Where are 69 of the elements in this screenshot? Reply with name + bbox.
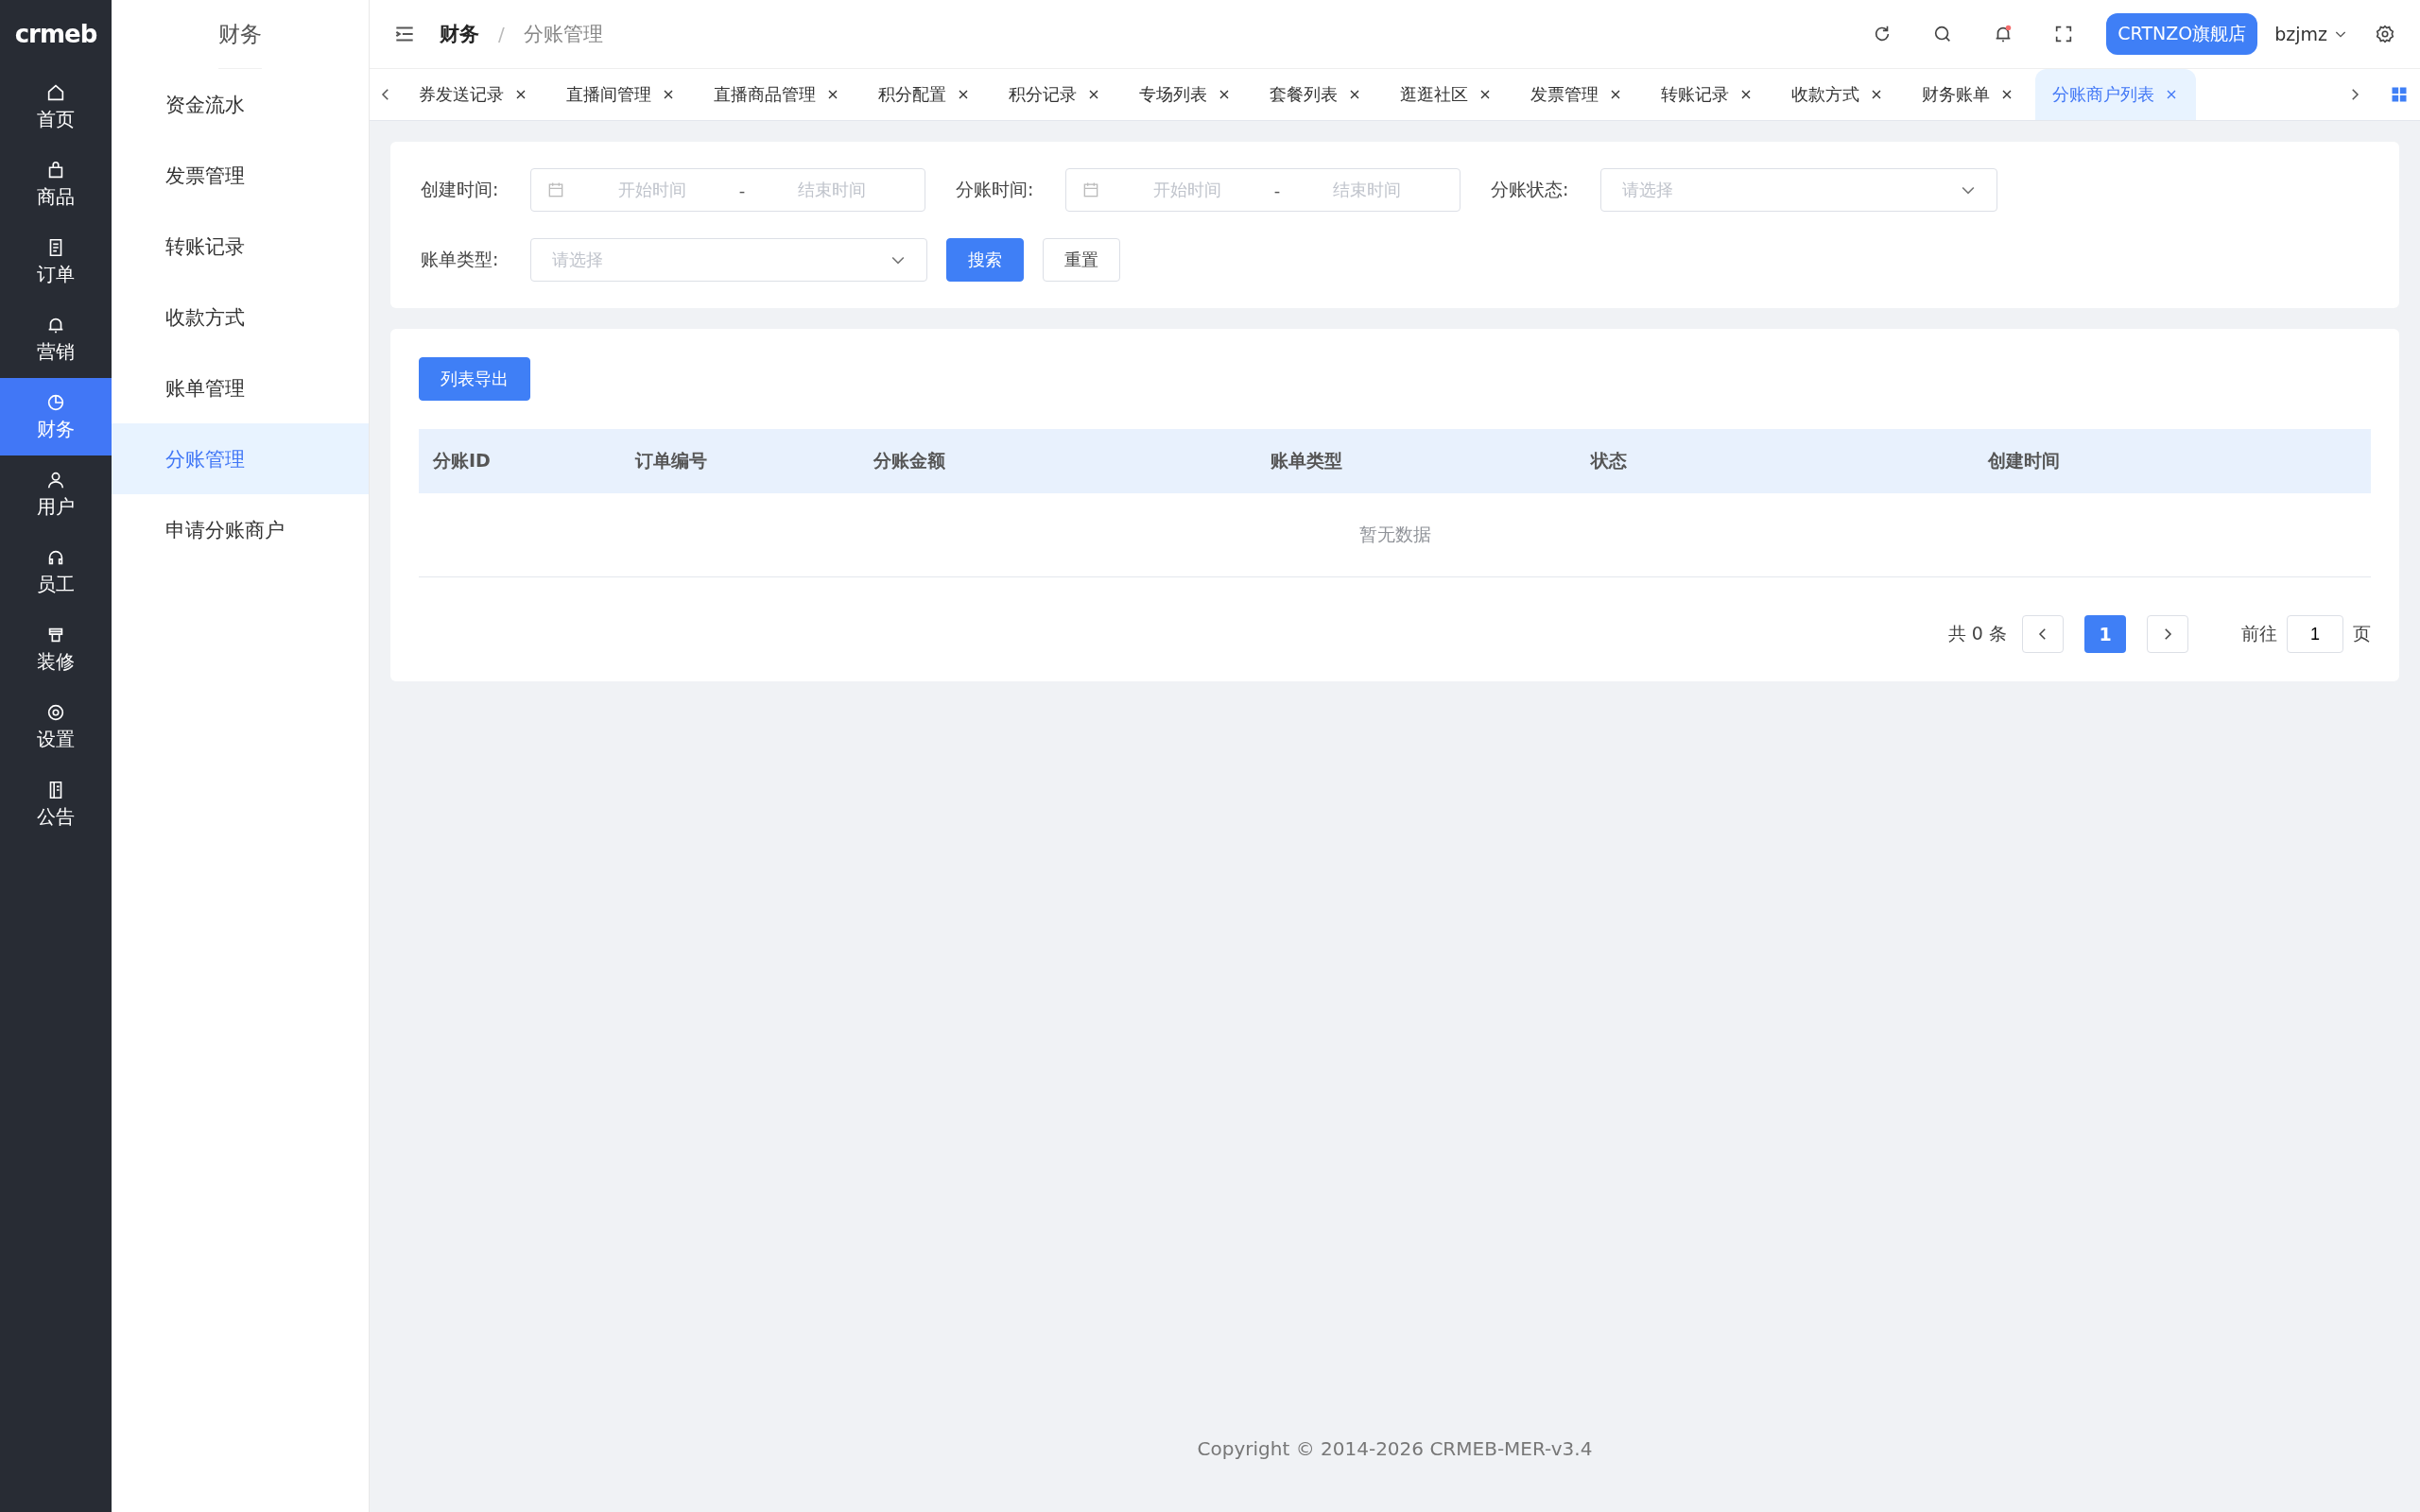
- user-menu[interactable]: bzjmz: [2274, 24, 2327, 44]
- nav-item[interactable]: 商品: [0, 146, 112, 223]
- empty-text: 暂无数据: [1358, 523, 1431, 546]
- column-header: 账单类型: [1270, 450, 1343, 471]
- nav-item[interactable]: 财务: [0, 378, 112, 455]
- column-header: 分账金额: [873, 450, 945, 471]
- nav-item[interactable]: 公告: [0, 765, 112, 843]
- tab[interactable]: 直播间管理: [549, 69, 693, 120]
- calendar-icon: [546, 180, 565, 199]
- submenu-title: 财务: [218, 0, 262, 69]
- calendar-icon: [1081, 180, 1100, 199]
- nav-item[interactable]: 设置: [0, 688, 112, 765]
- start-date-placeholder: 开始时间: [616, 179, 687, 201]
- nav-item[interactable]: 员工: [0, 533, 112, 610]
- tab[interactable]: 财务账单: [1905, 69, 2031, 120]
- column-header: 分账ID: [433, 450, 491, 471]
- end-date-placeholder: 结束时间: [1332, 179, 1403, 201]
- column-header: 订单编号: [634, 450, 707, 471]
- filter-label: 账单类型:: [421, 248, 500, 271]
- copyright-text: Copyright © 2014-2026 CRMEB-MER-v3.4: [1197, 1437, 1593, 1460]
- submenu-item[interactable]: 转账记录: [112, 211, 369, 282]
- search-button[interactable]: 搜索: [946, 238, 1024, 282]
- nav-item[interactable]: 营销: [0, 301, 112, 378]
- settings-icon[interactable]: [2375, 24, 2395, 44]
- date-range-field[interactable]: 开始时间 - 结束时间: [1065, 168, 1461, 212]
- page-button[interactable]: 1: [2084, 615, 2126, 653]
- tab[interactable]: 券发送记录: [402, 69, 545, 120]
- column-header: 创建时间: [1988, 450, 2061, 471]
- filter-label: 创建时间:: [421, 178, 500, 201]
- filter-label: 分账状态:: [1491, 178, 1570, 201]
- tab[interactable]: 积分记录: [992, 69, 1118, 120]
- start-date-placeholder: 开始时间: [1151, 179, 1222, 201]
- breadcrumb-item[interactable]: 财务: [440, 21, 479, 47]
- tab[interactable]: 分账商户列表: [2035, 69, 2196, 120]
- submenu-item[interactable]: 发票管理: [112, 140, 369, 211]
- tab[interactable]: 专场列表: [1122, 69, 1249, 120]
- page-suffix: 页: [2353, 622, 2371, 645]
- logo: crmeb: [14, 19, 97, 50]
- tab[interactable]: 积分配置: [861, 69, 988, 120]
- filter-label: 分账时间:: [956, 178, 1035, 201]
- submenu-item[interactable]: 收款方式: [112, 282, 369, 352]
- export-button[interactable]: 列表导出: [419, 357, 530, 401]
- breadcrumb-separator: /: [497, 23, 506, 45]
- column-header: 状态: [1590, 450, 1627, 471]
- range-separator: -: [1273, 180, 1281, 200]
- grid-icon[interactable]: [2390, 85, 2409, 104]
- nav-item[interactable]: 装修: [0, 610, 112, 688]
- reset-button[interactable]: 重置: [1043, 238, 1120, 282]
- breadcrumb-item: 分账管理: [523, 22, 603, 47]
- date-range-field[interactable]: 开始时间 - 结束时间: [530, 168, 925, 212]
- store-button[interactable]: CRTNZO旗舰店: [2106, 13, 2258, 55]
- end-date-placeholder: 结束时间: [797, 179, 868, 201]
- tab[interactable]: 直播商品管理: [697, 69, 857, 120]
- range-separator: -: [738, 180, 746, 200]
- submenu-item[interactable]: 申请分账商户: [112, 494, 369, 565]
- total-count: 共 0 条: [1947, 622, 2007, 645]
- submenu-item[interactable]: 资金流水: [112, 69, 369, 140]
- page-input[interactable]: 1: [2287, 615, 2343, 653]
- nav-item[interactable]: 用户: [0, 455, 112, 533]
- submenu-item[interactable]: 账单管理: [112, 352, 369, 423]
- tab[interactable]: 转账记录: [1644, 69, 1771, 120]
- nav-item[interactable]: 首页: [0, 68, 112, 146]
- goto-label: 前往: [2241, 622, 2277, 645]
- submenu-item[interactable]: 分账管理: [112, 423, 369, 494]
- nav-item[interactable]: 订单: [0, 223, 112, 301]
- tab[interactable]: 套餐列表: [1253, 69, 1379, 120]
- tab[interactable]: 发票管理: [1513, 69, 1640, 120]
- tab[interactable]: 收款方式: [1774, 69, 1901, 120]
- tab[interactable]: 逛逛社区: [1383, 69, 1510, 120]
